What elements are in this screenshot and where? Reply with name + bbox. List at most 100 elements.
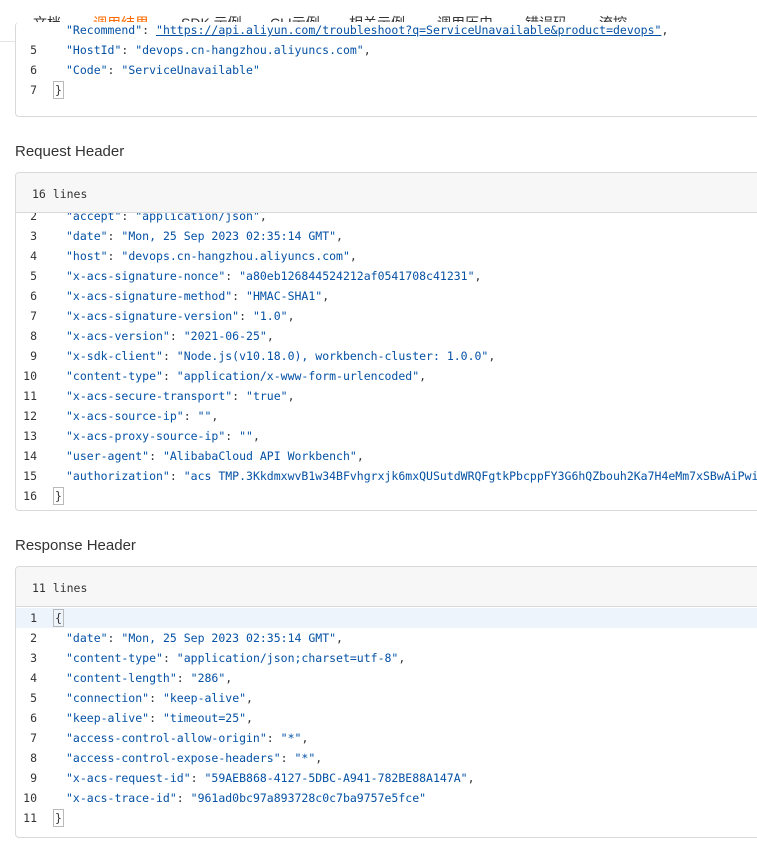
- code-line: 15 "authorization": "acs TMP.3KkdmxwvB1w3…: [16, 466, 757, 486]
- response-header-panel: 11 lines 1{ 2 "date": "Mon, 25 Sep 2023 0…: [15, 566, 757, 838]
- line-number: 7: [30, 83, 37, 97]
- line-number: 10: [23, 791, 37, 805]
- json-key: "host": [66, 249, 108, 263]
- json-key: "x-sdk-client": [66, 349, 163, 363]
- result-body-panel: "Recommend": "https://api.aliyun.com/tro…: [15, 22, 757, 117]
- code-line: 6 "Code": "ServiceUnavailable": [16, 60, 757, 80]
- code-line: 11}: [16, 808, 757, 828]
- json-key: "content-type": [66, 369, 163, 383]
- code-line: 3 "date": "Mon, 25 Sep 2023 02:35:14 GMT"…: [16, 226, 757, 246]
- line-number: 12: [23, 409, 37, 423]
- line-number: 16: [23, 489, 37, 503]
- code-line: 9 "x-acs-request-id": "59AEB868-4127-5DBC…: [16, 768, 757, 788]
- recommend-link[interactable]: "https://api.aliyun.com/troubleshoot?q=S…: [156, 23, 661, 37]
- json-key: "Code": [66, 63, 108, 77]
- json-value: "application/json": [135, 213, 260, 223]
- json-key: "authorization": [66, 469, 170, 483]
- json-key: "access-control-allow-origin": [66, 731, 267, 745]
- line-number: 8: [30, 751, 37, 765]
- code-line: 10 "content-type": "application/x-www-for…: [16, 366, 757, 386]
- code-line: 14 "user-agent": "AlibabaCloud API Workbe…: [16, 446, 757, 466]
- code-line: 6 "x-acs-signature-method": "HMAC-SHA1",: [16, 286, 757, 306]
- code-line: 7 }: [16, 80, 757, 100]
- json-key: "content-type": [66, 651, 163, 665]
- json-key: "access-control-expose-headers": [66, 751, 281, 765]
- request-header-code[interactable]: 2 "accept": "application/json", 3 "date": …: [16, 213, 757, 510]
- json-key: "date": [66, 229, 108, 243]
- json-value: "keep-alive": [162, 691, 247, 705]
- json-key: "x-acs-proxy-source-ip": [66, 429, 226, 443]
- json-key: "x-acs-secure-transport": [66, 389, 233, 403]
- json-key: "Recommend": [66, 23, 143, 37]
- line-number: 2: [30, 213, 37, 223]
- code-line: 4 "content-length": "286",: [16, 668, 757, 688]
- code-line: 7 "x-acs-signature-version": "1.0",: [16, 306, 757, 326]
- line-number: 6: [30, 63, 37, 77]
- json-value: "Mon, 25 Sep 2023 02:35:14 GMT": [121, 229, 337, 243]
- code-line: 2 "date": "Mon, 25 Sep 2023 02:35:14 GMT"…: [16, 628, 757, 648]
- request-header-panel: 16 lines 2 "accept": "application/json", …: [15, 172, 757, 511]
- line-count: 11 lines: [16, 567, 757, 607]
- json-value: "286": [190, 671, 226, 685]
- line-number: 15: [23, 469, 37, 483]
- line-number: 7: [30, 731, 37, 745]
- json-key: "date": [66, 631, 108, 645]
- json-key: "x-acs-trace-id": [66, 791, 177, 805]
- code-line: 11 "x-acs-secure-transport": "true",: [16, 386, 757, 406]
- closing-brace: }: [53, 809, 64, 827]
- json-value: "AlibabaCloud API Workbench": [162, 449, 357, 463]
- json-value: "Mon, 25 Sep 2023 02:35:14 GMT": [121, 631, 337, 645]
- json-key: "HostId": [66, 43, 122, 57]
- line-number: 4: [30, 671, 37, 685]
- json-value: "": [239, 429, 253, 443]
- line-number: 2: [30, 631, 37, 645]
- code-line: 13 "x-acs-proxy-source-ip": "",: [16, 426, 757, 446]
- json-key: "accept": [66, 213, 122, 223]
- line-number: 9: [30, 771, 37, 785]
- json-key: "x-acs-signature-nonce": [66, 269, 226, 283]
- code-line: 8 "x-acs-version": "2021-06-25",: [16, 326, 757, 346]
- json-value: "devops.cn-hangzhou.aliyuncs.com": [121, 249, 350, 263]
- json-key: "x-acs-version": [66, 329, 170, 343]
- json-key: "keep-alive": [66, 711, 150, 725]
- code-line: 4 "host": "devops.cn-hangzhou.aliyuncs.co…: [16, 246, 757, 266]
- line-number: 9: [30, 349, 37, 363]
- line-number: 8: [30, 329, 37, 343]
- line-number: 10: [23, 369, 37, 383]
- json-value: "2021-06-25": [183, 329, 267, 343]
- code-line-active: 1{: [16, 608, 757, 628]
- line-number: 5: [30, 269, 37, 283]
- line-number: 13: [23, 429, 37, 443]
- json-value: "Node.js(v10.18.0), workbench-cluster: 1…: [176, 349, 489, 363]
- closing-brace: }: [53, 487, 64, 505]
- line-number: 11: [23, 389, 37, 403]
- line-number: 3: [30, 229, 37, 243]
- opening-brace: {: [53, 609, 64, 627]
- code-line: 7 "access-control-allow-origin": "*",: [16, 728, 757, 748]
- json-value: "": [197, 409, 212, 423]
- json-value: "HMAC-SHA1": [246, 289, 323, 303]
- json-value: "application/x-www-form-urlencoded": [176, 369, 420, 383]
- json-value: "ServiceUnavailable": [121, 63, 260, 77]
- json-value: "acs TMP.3KkdmxwvB1w34BFvhgrxjk6mxQUSutd…: [183, 469, 757, 483]
- response-header-code[interactable]: 1{ 2 "date": "Mon, 25 Sep 2023 02:35:14 G…: [16, 607, 757, 837]
- json-value: "a80eb126844524212af0541708c41231": [239, 269, 475, 283]
- code-line: 9 "x-sdk-client": "Node.js(v10.18.0), wor…: [16, 346, 757, 366]
- line-number: 14: [23, 449, 37, 463]
- code-line: 6 "keep-alive": "timeout=25",: [16, 708, 757, 728]
- json-key: "x-acs-signature-version": [66, 309, 240, 323]
- line-number: 3: [30, 651, 37, 665]
- json-value: "59AEB868-4127-5DBC-A941-782BE88A147A": [204, 771, 468, 785]
- code-line: 5 "HostId": "devops.cn-hangzhou.aliyuncs…: [16, 40, 757, 60]
- code-line: 5 "x-acs-signature-nonce": "a80eb12684452…: [16, 266, 757, 286]
- json-key: "connection": [66, 691, 150, 705]
- line-number: 4: [30, 249, 37, 263]
- json-key: "x-acs-signature-method": [66, 289, 233, 303]
- json-key: "x-acs-source-ip": [66, 409, 184, 423]
- closing-brace: }: [53, 81, 64, 99]
- code-line: 16}: [16, 486, 757, 506]
- json-value: "true": [246, 389, 288, 403]
- result-body-code[interactable]: "Recommend": "https://api.aliyun.com/tro…: [16, 22, 757, 116]
- line-number: 7: [30, 309, 37, 323]
- line-number: 11: [23, 811, 37, 825]
